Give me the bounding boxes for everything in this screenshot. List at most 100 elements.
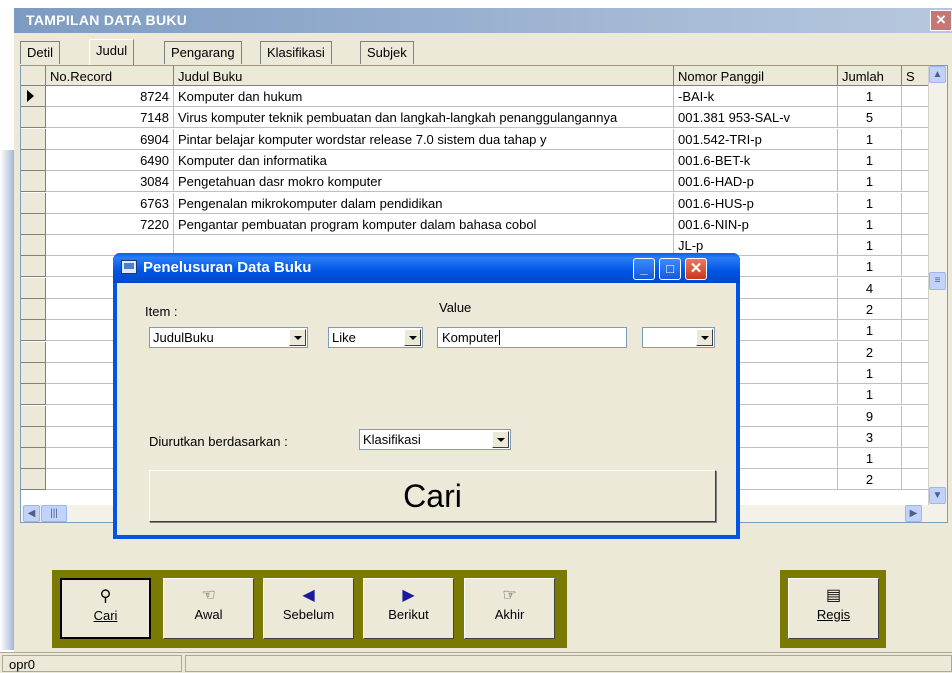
scroll-thumb[interactable]: ≡	[929, 272, 946, 290]
cell-jumlah[interactable]: 2	[838, 341, 902, 363]
cell-jumlah[interactable]: 1	[838, 448, 902, 470]
column-header-s[interactable]: S	[902, 66, 929, 86]
cell-jumlah[interactable]: 1	[838, 235, 902, 257]
vertical-scrollbar[interactable]: ▲ ≡ ▼	[928, 66, 947, 522]
tab-subjek[interactable]: Subjek	[360, 41, 414, 64]
row-selector[interactable]	[21, 256, 46, 278]
table-row[interactable]: 7148 Virus komputer teknik pembuatan dan …	[21, 107, 929, 129]
operator-select[interactable]: Like	[328, 327, 423, 348]
cell-s[interactable]	[902, 405, 929, 427]
row-selector[interactable]	[21, 405, 46, 427]
cell-judul-buku[interactable]: Pengetahuan dasr mokro komputer	[174, 171, 674, 193]
cell-s[interactable]	[902, 426, 929, 448]
cell-s[interactable]	[902, 277, 929, 299]
column-header-no-record[interactable]: No.Record	[46, 66, 174, 86]
column-header-jumlah[interactable]: Jumlah	[838, 66, 902, 86]
cell-jumlah[interactable]: 1	[838, 213, 902, 235]
berikut-button[interactable]: ▶ Berikut	[363, 578, 454, 639]
cell-jumlah[interactable]: 1	[838, 86, 902, 107]
chevron-down-icon[interactable]	[492, 431, 509, 448]
minimize-button[interactable]: _	[633, 258, 655, 280]
row-selector[interactable]	[21, 171, 46, 193]
row-selector[interactable]	[21, 426, 46, 448]
cell-no-record[interactable]: 3084	[46, 171, 174, 193]
table-row[interactable]: 6490 Komputer dan informatika 001.6-BET-k 1	[21, 149, 929, 171]
table-row[interactable]: 3084 Pengetahuan dasr mokro komputer 001.6…	[21, 171, 929, 193]
cell-jumlah[interactable]: 5	[838, 107, 902, 129]
cell-jumlah[interactable]: 2	[838, 469, 902, 491]
row-selector[interactable]	[21, 128, 46, 150]
chevron-down-icon[interactable]	[696, 329, 713, 346]
cell-s[interactable]	[902, 235, 929, 257]
cell-jumlah[interactable]: 4	[838, 277, 902, 299]
cell-nomor-panggil[interactable]: 001.6-HUS-p	[674, 192, 838, 214]
cell-nomor-panggil[interactable]: 001.542-TRI-p	[674, 128, 838, 150]
akhir-button[interactable]: ☞ Akhir	[464, 578, 555, 639]
cell-nomor-panggil[interactable]: -BAI-k	[674, 86, 838, 107]
cari-button[interactable]: ⚲ Cari	[60, 578, 151, 639]
cell-jumlah[interactable]: 1	[838, 128, 902, 150]
cell-s[interactable]	[902, 256, 929, 278]
item-select[interactable]: JudulBuku	[149, 327, 308, 348]
tab-detil[interactable]: Detil	[20, 41, 61, 64]
cell-s[interactable]	[902, 320, 929, 342]
cell-jumlah[interactable]: 1	[838, 320, 902, 342]
row-selector[interactable]	[21, 107, 46, 129]
close-button[interactable]: ✕	[685, 258, 707, 280]
tab-judul[interactable]: Judul	[89, 39, 135, 65]
cell-nomor-panggil[interactable]: 001.381 953-SAL-v	[674, 107, 838, 129]
cell-jumlah[interactable]: 1	[838, 362, 902, 384]
awal-button[interactable]: ☜ Awal	[163, 578, 254, 639]
row-selector[interactable]	[21, 192, 46, 214]
cell-no-record[interactable]: 7148	[46, 107, 174, 129]
cell-s[interactable]	[902, 299, 929, 320]
scroll-right-button[interactable]: ▶	[905, 505, 922, 522]
cell-no-record[interactable]: 6904	[46, 128, 174, 150]
cell-judul-buku[interactable]: Pintar belajar komputer wordstar release…	[174, 128, 674, 150]
cell-jumlah[interactable]: 2	[838, 299, 902, 320]
tab-klasifikasi[interactable]: Klasifikasi	[260, 41, 332, 64]
cell-jumlah[interactable]: 1	[838, 149, 902, 171]
current-row-indicator[interactable]	[21, 86, 46, 107]
cell-no-record[interactable]: 6763	[46, 192, 174, 214]
table-row[interactable]: 8724 Komputer dan hukum -BAI-k 1	[21, 86, 929, 107]
cell-s[interactable]	[902, 128, 929, 150]
table-row[interactable]: 7220 Pengantar pembuatan program komputer…	[21, 213, 929, 235]
cell-s[interactable]	[902, 448, 929, 470]
scroll-down-button[interactable]: ▼	[929, 487, 946, 504]
row-selector[interactable]	[21, 235, 46, 257]
cell-s[interactable]	[902, 86, 929, 107]
column-header-judul-buku[interactable]: Judul Buku	[174, 66, 674, 86]
row-selector[interactable]	[21, 362, 46, 384]
cell-s[interactable]	[902, 362, 929, 384]
cell-jumlah[interactable]: 1	[838, 384, 902, 406]
value-input[interactable]: Komputer	[437, 327, 627, 348]
extra-select[interactable]	[642, 327, 715, 348]
cell-no-record[interactable]: 7220	[46, 213, 174, 235]
cell-judul-buku[interactable]: Virus komputer teknik pembuatan dan lang…	[174, 107, 674, 129]
row-selector[interactable]	[21, 384, 46, 406]
row-selector[interactable]	[21, 299, 46, 320]
regis-button[interactable]: ▤ Regis	[788, 578, 879, 639]
cell-s[interactable]	[902, 192, 929, 214]
cell-jumlah[interactable]: 1	[838, 171, 902, 193]
row-selector[interactable]	[21, 149, 46, 171]
row-selector[interactable]	[21, 320, 46, 342]
main-close-button[interactable]: ×	[930, 10, 952, 31]
cell-jumlah[interactable]: 3	[838, 426, 902, 448]
cell-s[interactable]	[902, 107, 929, 129]
hscroll-thumb[interactable]: |||	[41, 505, 67, 522]
tab-pengarang[interactable]: Pengarang	[164, 41, 242, 64]
row-selector[interactable]	[21, 469, 46, 491]
cell-no-record[interactable]: 6490	[46, 149, 174, 171]
row-selector[interactable]	[21, 341, 46, 363]
column-header-nomor-panggil[interactable]: Nomor Panggil	[674, 66, 838, 86]
sort-select[interactable]: Klasifikasi	[359, 429, 511, 450]
row-selector[interactable]	[21, 277, 46, 299]
cell-judul-buku[interactable]: Pengenalan mikrokomputer dalam pendidika…	[174, 192, 674, 214]
row-selector[interactable]	[21, 448, 46, 470]
cell-nomor-panggil[interactable]: 001.6-NIN-p	[674, 213, 838, 235]
cell-judul-buku[interactable]: Pengantar pembuatan program komputer dal…	[174, 213, 674, 235]
cell-jumlah[interactable]: 1	[838, 256, 902, 278]
cell-s[interactable]	[902, 171, 929, 193]
